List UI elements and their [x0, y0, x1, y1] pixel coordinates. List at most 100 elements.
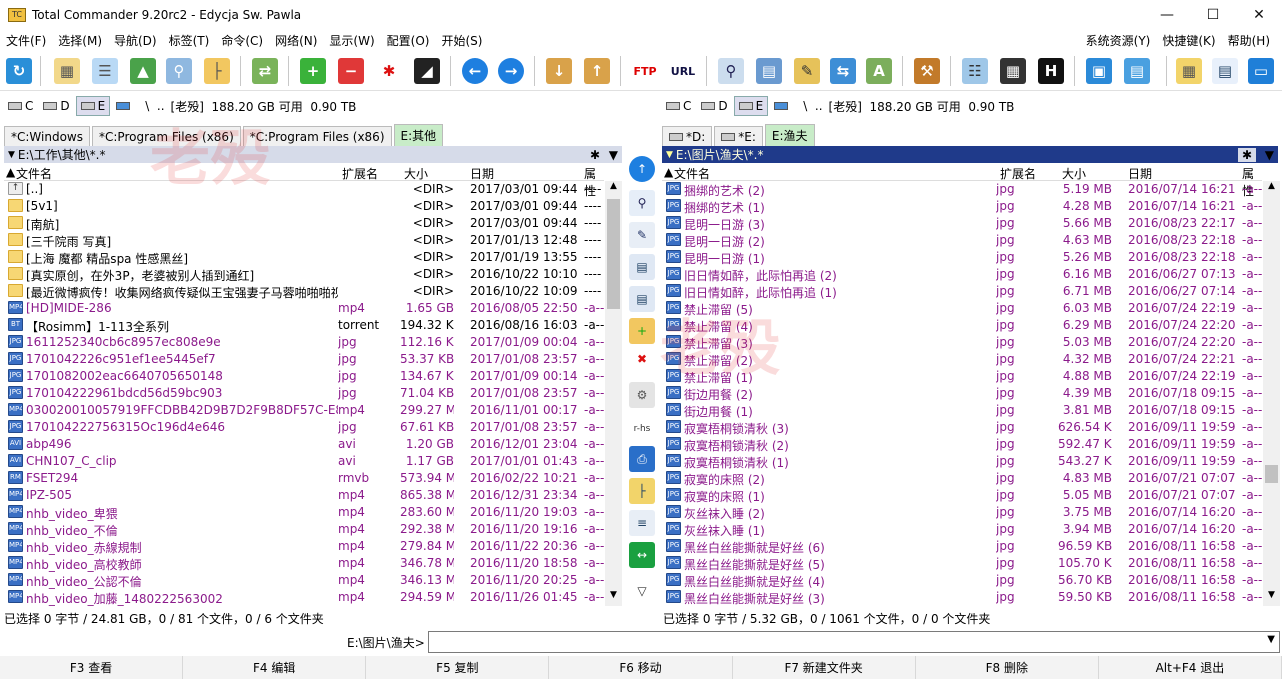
scroll-down-icon[interactable]: ▼ [605, 590, 622, 606]
file-row[interactable]: MP4 [HD]MIDE-286 mp4 1.65 GB 2016/08/05 22:5… [4, 300, 604, 317]
url-icon[interactable]: URL [666, 54, 700, 88]
swap-panels-icon[interactable]: ↔ [629, 542, 655, 568]
minimize-button[interactable]: — [1144, 0, 1190, 30]
file-row[interactable]: RMFSET294 rmvb 573.94 MB 2016/02/22 10:21 -a… [4, 470, 604, 487]
sync-dirs-icon[interactable]: ⇄ [248, 54, 282, 88]
invert-selection-icon[interactable]: ✱ [372, 54, 406, 88]
file-row[interactable]: JPG 街边用餐 (1) jpg 3.81 MB 2016/07/18 09:15 -a-… [662, 402, 1262, 419]
multi-rename-icon[interactable]: ✎ [790, 54, 824, 88]
menu-commands[interactable]: 命令(C) [215, 32, 269, 49]
file-row[interactable]: JPG 昆明一日游 (3) jpg 5.66 MB 2016/08/23 22:17 -a… [662, 215, 1262, 232]
favorites-icon[interactable]: ✱ [1237, 147, 1256, 162]
menu-navigate[interactable]: 导航(D) [108, 32, 163, 49]
file-row[interactable]: JPG 黑丝白丝能撕就是好丝 (3) jpg 59.50 KB 2016/08/11 1… [662, 589, 1262, 606]
right-tab-2[interactable]: *E: [714, 126, 763, 146]
scroll-up-icon[interactable]: ▲ [1263, 181, 1280, 197]
col-size[interactable]: 大小 [1062, 165, 1086, 182]
col-size[interactable]: 大小 [404, 165, 428, 182]
left-network-drive[interactable] [112, 96, 137, 116]
file-row[interactable]: JPG 170104222756315Oc196d4e646 jpg 67.61 KB… [4, 419, 604, 436]
move-file-icon[interactable]: ▤ [629, 286, 655, 312]
f4-edit-button[interactable]: F4 编辑 [183, 656, 367, 679]
file-row[interactable]: JPG 1611252340cb6c8957ec808e9e jpg 112.16 K… [4, 334, 604, 351]
search-icon[interactable]: ⚲ [714, 54, 748, 88]
thumbnail-view-icon[interactable]: ▲ [126, 54, 160, 88]
col-name[interactable]: 文件名 [16, 165, 52, 182]
copy-icon[interactable]: ▤ [629, 254, 655, 280]
button-bar-icon[interactable]: ▦ [1172, 54, 1206, 88]
f6-move-button[interactable]: F6 移动 [549, 656, 733, 679]
file-row[interactable]: JPG 寂寞的床照 (1) jpg 5.05 MB 2016/07/21 07:07 -a… [662, 487, 1262, 504]
file-row[interactable]: MP4nhb_video_赤線規制 mp4 279.84 MB 2016/11/22 … [4, 538, 604, 555]
file-row[interactable]: [真实原创，在外3P，老婆被别人插到通红] <DIR> 2016/10/22 10:… [4, 266, 604, 283]
delete-icon[interactable]: ✖ [629, 346, 655, 372]
file-row[interactable]: JPG 旧日情如醉，此际怕再追 (2) jpg 6.16 MB 2016/06/27 0… [662, 266, 1262, 283]
desktop-icon[interactable]: ▣ [1082, 54, 1116, 88]
computer-icon[interactable]: ▤ [1120, 54, 1154, 88]
f8-delete-button[interactable]: F8 删除 [915, 656, 1099, 679]
menu-system[interactable]: 系统资源(Y) [1080, 32, 1157, 49]
file-row[interactable]: JPG寂寞梧桐锁清秋 (1) jpg 543.27 KB 2016/09/11 19:… [662, 453, 1262, 470]
file-row[interactable]: MP4 030020010057919FFCDBB42D9B7D2F9B8DF57… [4, 402, 604, 419]
favorites-icon[interactable]: ✱ [590, 148, 600, 162]
menu-show[interactable]: 显示(W) [323, 32, 380, 49]
file-row[interactable]: [上海 魔都 精品spa 性感黑丝] <DIR> 2017/01/19 13:55-… [4, 249, 604, 266]
select-group-icon[interactable]: + [296, 54, 330, 88]
file-row[interactable]: JPG 灰丝袜入睡 (1) jpg 3.94 MB 2016/07/14 16:20 -a… [662, 521, 1262, 538]
sync-icon[interactable]: ⇆ [826, 54, 860, 88]
quick-view-icon[interactable]: ⚲ [162, 54, 196, 88]
file-row[interactable]: MP4nhb_video_高校教師 mp4 346.78 MB 2016/11/20 … [4, 555, 604, 572]
left-drive-c[interactable]: c [4, 96, 37, 116]
file-row[interactable]: JPG 1701042226c951ef1ee5445ef7 jpg 53.37 KB… [4, 351, 604, 368]
left-drive-d[interactable]: d [39, 96, 73, 116]
right-drive-c[interactable]: c [662, 96, 695, 116]
scroll-thumb[interactable] [607, 199, 620, 309]
close-button[interactable]: ✕ [1236, 0, 1282, 30]
chevron-down-icon[interactable]: ▼ [1267, 634, 1275, 645]
file-row[interactable]: [5v1] <DIR> 2017/03/01 09:44 ---- [4, 198, 604, 215]
move-icon[interactable]: A [862, 54, 896, 88]
file-row[interactable]: JPG 灰丝袜入睡 (2) jpg 3.75 MB 2016/07/14 16:20 -a… [662, 504, 1262, 521]
tree-panel-icon[interactable]: ├ [629, 478, 655, 504]
brief-view-icon[interactable]: ▦ [50, 54, 84, 88]
file-row[interactable]: JPG寂寞梧桐锁清秋 (2) jpg 592.47 KB 2016/09/11 19:… [662, 436, 1262, 453]
window-icon[interactable]: ▭ [1244, 54, 1278, 88]
col-ext[interactable]: 扩展名 [342, 165, 378, 182]
file-row[interactable]: JPG 昆明一日游 (1) jpg 5.26 MB 2016/08/23 22:18 -a… [662, 249, 1262, 266]
f3-view-button[interactable]: F3 查看 [0, 656, 184, 679]
history-dropdown-icon[interactable]: ▼ [8, 150, 15, 160]
rhs-icon[interactable]: r-hs [629, 416, 655, 442]
file-row[interactable]: BT【Rosimm】1-113全系列 torrent 194.32 KB 2016/0… [4, 317, 604, 334]
chevron-down-icon[interactable]: ▼ [609, 148, 618, 162]
left-scrollbar[interactable]: ▲ ▼ [605, 181, 622, 606]
settings-icon[interactable]: ⚒ [910, 54, 944, 88]
right-tab-1[interactable]: *D: [662, 126, 713, 146]
col-date[interactable]: 日期 [470, 165, 494, 182]
col-name[interactable]: 文件名 [674, 165, 710, 182]
f7-newfolder-button[interactable]: F7 新建文件夹 [732, 656, 916, 679]
file-row[interactable]: JPG 捆绑的艺术 (2) jpg 5.19 MB 2016/07/14 16:21 -a… [662, 181, 1262, 198]
left-path-bar[interactable]: ▼ E:\工作\其他\*.* ✱ ▼ [4, 146, 622, 163]
tree-icon[interactable]: ├ [200, 54, 234, 88]
full-view-icon[interactable]: ☰ [88, 54, 122, 88]
menu-file[interactable]: 文件(F) [0, 32, 52, 49]
scroll-up-icon[interactable]: ▲ [605, 181, 622, 197]
right-file-list[interactable]: JPG 捆绑的艺术 (2) jpg 5.19 MB 2016/07/14 16:21 -a… [662, 181, 1262, 606]
menu-tabs[interactable]: 标签(T) [163, 32, 216, 49]
file-row[interactable]: JPG 黑丝白丝能撕就是好丝 (6) jpg 96.59 KB 2016/08/11 1… [662, 538, 1262, 555]
hex-icon[interactable]: H [1034, 54, 1068, 88]
pack-icon[interactable]: ↓ [542, 54, 576, 88]
unpack-icon[interactable]: ↑ [580, 54, 614, 88]
right-tab-3[interactable]: E:渔夫 [764, 124, 815, 146]
compare-icon[interactable]: ◢ [410, 54, 444, 88]
back-icon[interactable]: ← [458, 54, 492, 88]
file-row[interactable]: MP4nhb_video_不倫 mp4 292.38 MB 2016/11/20 19… [4, 521, 604, 538]
panel-icon[interactable]: ▤ [1208, 54, 1242, 88]
file-row[interactable]: JPG 寂寞的床照 (2) jpg 4.83 MB 2016/07/21 07:07 -a… [662, 470, 1262, 487]
unselect-group-icon[interactable]: − [334, 54, 368, 88]
forward-icon[interactable]: → [494, 54, 528, 88]
right-root-parent[interactable]: \ .. [803, 99, 822, 113]
more-icon[interactable]: ▽ [629, 578, 655, 604]
right-network-drive[interactable] [770, 96, 795, 116]
col-date[interactable]: 日期 [1128, 165, 1152, 182]
